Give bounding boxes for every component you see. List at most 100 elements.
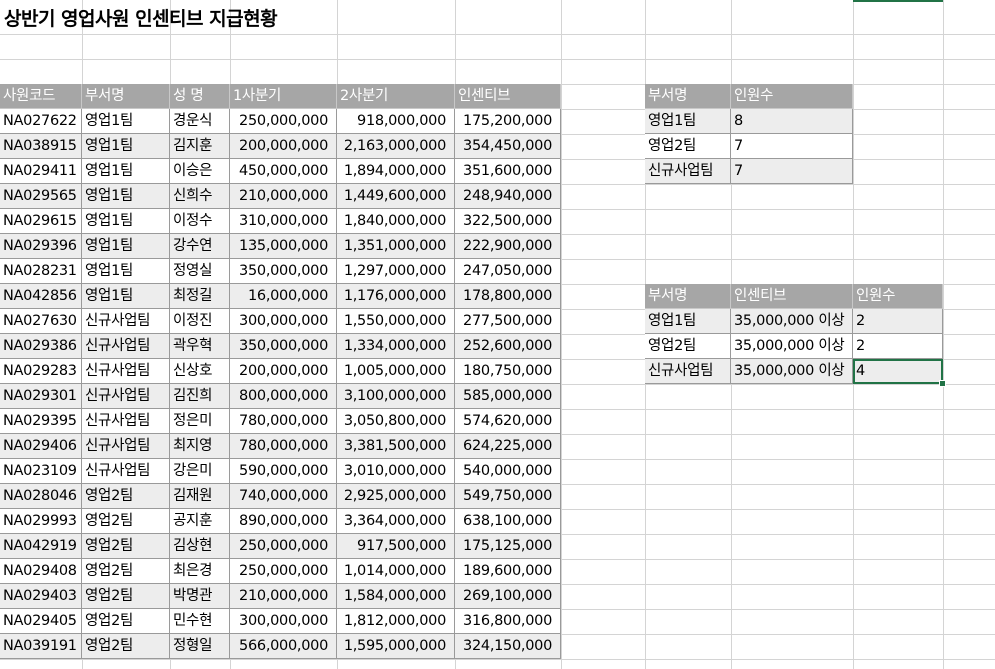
table-cell[interactable]: NA042919 bbox=[0, 534, 82, 559]
table-cell[interactable]: NA038915 bbox=[0, 134, 82, 159]
table-cell[interactable]: NA029405 bbox=[0, 609, 82, 634]
table-cell[interactable]: 7 bbox=[731, 159, 853, 184]
table-cell[interactable]: 200,000,000 bbox=[230, 359, 337, 384]
table-cell[interactable]: 1,005,000,000 bbox=[337, 359, 455, 384]
table-cell[interactable]: 최지영 bbox=[170, 434, 230, 459]
table-cell[interactable]: 175,200,000 bbox=[455, 109, 561, 134]
table-cell[interactable]: 신상호 bbox=[170, 359, 230, 384]
table-cell[interactable]: 1,297,000,000 bbox=[337, 259, 455, 284]
table-cell[interactable]: 178,800,000 bbox=[455, 284, 561, 309]
table-cell[interactable]: 신규사업팀 bbox=[82, 384, 170, 409]
table-cell[interactable]: 영업2팀 bbox=[645, 334, 731, 359]
table-cell[interactable]: 540,000,000 bbox=[455, 459, 561, 484]
table-cell[interactable]: 김지훈 bbox=[170, 134, 230, 159]
table-cell[interactable]: 곽우혁 bbox=[170, 334, 230, 359]
table-cell[interactable]: 1,176,000,000 bbox=[337, 284, 455, 309]
table-cell[interactable]: 248,940,000 bbox=[455, 184, 561, 209]
table-cell[interactable]: 최정길 bbox=[170, 284, 230, 309]
table-cell[interactable]: 1,894,000,000 bbox=[337, 159, 455, 184]
table-cell[interactable]: 300,000,000 bbox=[230, 609, 337, 634]
table-cell[interactable]: 신규사업팀 bbox=[645, 159, 731, 184]
table-cell[interactable]: 2,925,000,000 bbox=[337, 484, 455, 509]
table-cell[interactable]: 3,050,800,000 bbox=[337, 409, 455, 434]
table-cell[interactable]: 250,000,000 bbox=[230, 559, 337, 584]
table-cell[interactable]: NA029283 bbox=[0, 359, 82, 384]
table-cell[interactable]: 신규사업팀 bbox=[82, 359, 170, 384]
column-header[interactable]: 인센티브 bbox=[455, 84, 561, 109]
table-cell[interactable]: NA029403 bbox=[0, 584, 82, 609]
table-cell[interactable]: 300,000,000 bbox=[230, 309, 337, 334]
table-cell[interactable]: 신규사업팀 bbox=[82, 334, 170, 359]
column-header[interactable]: 인센티브 bbox=[731, 284, 853, 309]
column-header[interactable]: 사원코드 bbox=[0, 84, 82, 109]
table-cell[interactable]: NA027630 bbox=[0, 309, 82, 334]
table-cell[interactable]: 민수현 bbox=[170, 609, 230, 634]
table-cell[interactable]: 영업1팀 bbox=[82, 184, 170, 209]
table-cell[interactable]: 김상현 bbox=[170, 534, 230, 559]
table-cell[interactable]: NA029615 bbox=[0, 209, 82, 234]
table-cell[interactable]: NA023109 bbox=[0, 459, 82, 484]
table-cell[interactable]: 566,000,000 bbox=[230, 634, 337, 659]
table-cell[interactable]: 918,000,000 bbox=[337, 109, 455, 134]
table-cell[interactable]: 180,750,000 bbox=[455, 359, 561, 384]
table-cell[interactable]: 이정진 bbox=[170, 309, 230, 334]
table-cell[interactable]: 3,364,000,000 bbox=[337, 509, 455, 534]
table-cell[interactable]: 350,000,000 bbox=[230, 259, 337, 284]
table-cell[interactable]: 585,000,000 bbox=[455, 384, 561, 409]
table-cell[interactable]: 200,000,000 bbox=[230, 134, 337, 159]
table-cell[interactable]: 189,600,000 bbox=[455, 559, 561, 584]
table-cell[interactable]: 이승은 bbox=[170, 159, 230, 184]
table-cell[interactable]: 영업1팀 bbox=[82, 134, 170, 159]
table-cell[interactable]: 917,500,000 bbox=[337, 534, 455, 559]
table-cell[interactable]: 549,750,000 bbox=[455, 484, 561, 509]
table-cell[interactable]: 강수연 bbox=[170, 234, 230, 259]
table-cell[interactable]: 1,351,000,000 bbox=[337, 234, 455, 259]
table-cell[interactable]: 김진희 bbox=[170, 384, 230, 409]
table-cell[interactable]: 공지훈 bbox=[170, 509, 230, 534]
table-cell[interactable]: NA029411 bbox=[0, 159, 82, 184]
table-cell[interactable]: 영업2팀 bbox=[82, 559, 170, 584]
table-cell[interactable]: 영업1팀 bbox=[82, 234, 170, 259]
selected-cell[interactable]: 4 bbox=[853, 359, 943, 384]
column-header[interactable]: 인원수 bbox=[853, 284, 943, 309]
fill-handle[interactable] bbox=[939, 380, 946, 387]
table-cell[interactable]: 135,000,000 bbox=[230, 234, 337, 259]
table-cell[interactable]: 740,000,000 bbox=[230, 484, 337, 509]
table-cell[interactable]: 경운식 bbox=[170, 109, 230, 134]
table-cell[interactable]: 252,600,000 bbox=[455, 334, 561, 359]
table-cell[interactable]: 624,225,000 bbox=[455, 434, 561, 459]
column-header[interactable]: 부서명 bbox=[645, 284, 731, 309]
column-header[interactable]: 부서명 bbox=[645, 84, 731, 109]
table-cell[interactable]: 1,550,000,000 bbox=[337, 309, 455, 334]
table-cell[interactable]: 2 bbox=[853, 309, 943, 334]
table-cell[interactable]: 16,000,000 bbox=[230, 284, 337, 309]
table-cell[interactable]: 222,900,000 bbox=[455, 234, 561, 259]
table-cell[interactable]: 35,000,000 이상 bbox=[731, 309, 853, 334]
table-cell[interactable]: 영업1팀 bbox=[82, 284, 170, 309]
table-cell[interactable]: 영업2팀 bbox=[82, 634, 170, 659]
table-cell[interactable]: 1,449,600,000 bbox=[337, 184, 455, 209]
table-cell[interactable]: 350,000,000 bbox=[230, 334, 337, 359]
table-cell[interactable]: NA042856 bbox=[0, 284, 82, 309]
table-cell[interactable]: 316,800,000 bbox=[455, 609, 561, 634]
table-cell[interactable]: 1,334,000,000 bbox=[337, 334, 455, 359]
table-cell[interactable]: 영업2팀 bbox=[82, 584, 170, 609]
table-cell[interactable]: 780,000,000 bbox=[230, 434, 337, 459]
table-cell[interactable]: 신희수 bbox=[170, 184, 230, 209]
table-cell[interactable]: 310,000,000 bbox=[230, 209, 337, 234]
table-cell[interactable]: 영업1팀 bbox=[82, 109, 170, 134]
table-cell[interactable]: 890,000,000 bbox=[230, 509, 337, 534]
table-cell[interactable]: 2 bbox=[853, 334, 943, 359]
table-cell[interactable]: 이정수 bbox=[170, 209, 230, 234]
table-cell[interactable]: 영업2팀 bbox=[82, 534, 170, 559]
table-cell[interactable]: NA029395 bbox=[0, 409, 82, 434]
table-cell[interactable]: 신규사업팀 bbox=[82, 309, 170, 334]
table-cell[interactable]: 35,000,000 이상 bbox=[731, 334, 853, 359]
table-cell[interactable]: 영업1팀 bbox=[645, 309, 731, 334]
table-cell[interactable]: 영업1팀 bbox=[82, 159, 170, 184]
table-cell[interactable]: NA029406 bbox=[0, 434, 82, 459]
table-cell[interactable]: 1,584,000,000 bbox=[337, 584, 455, 609]
table-cell[interactable]: 정형일 bbox=[170, 634, 230, 659]
table-cell[interactable]: 최은경 bbox=[170, 559, 230, 584]
table-cell[interactable]: 강은미 bbox=[170, 459, 230, 484]
